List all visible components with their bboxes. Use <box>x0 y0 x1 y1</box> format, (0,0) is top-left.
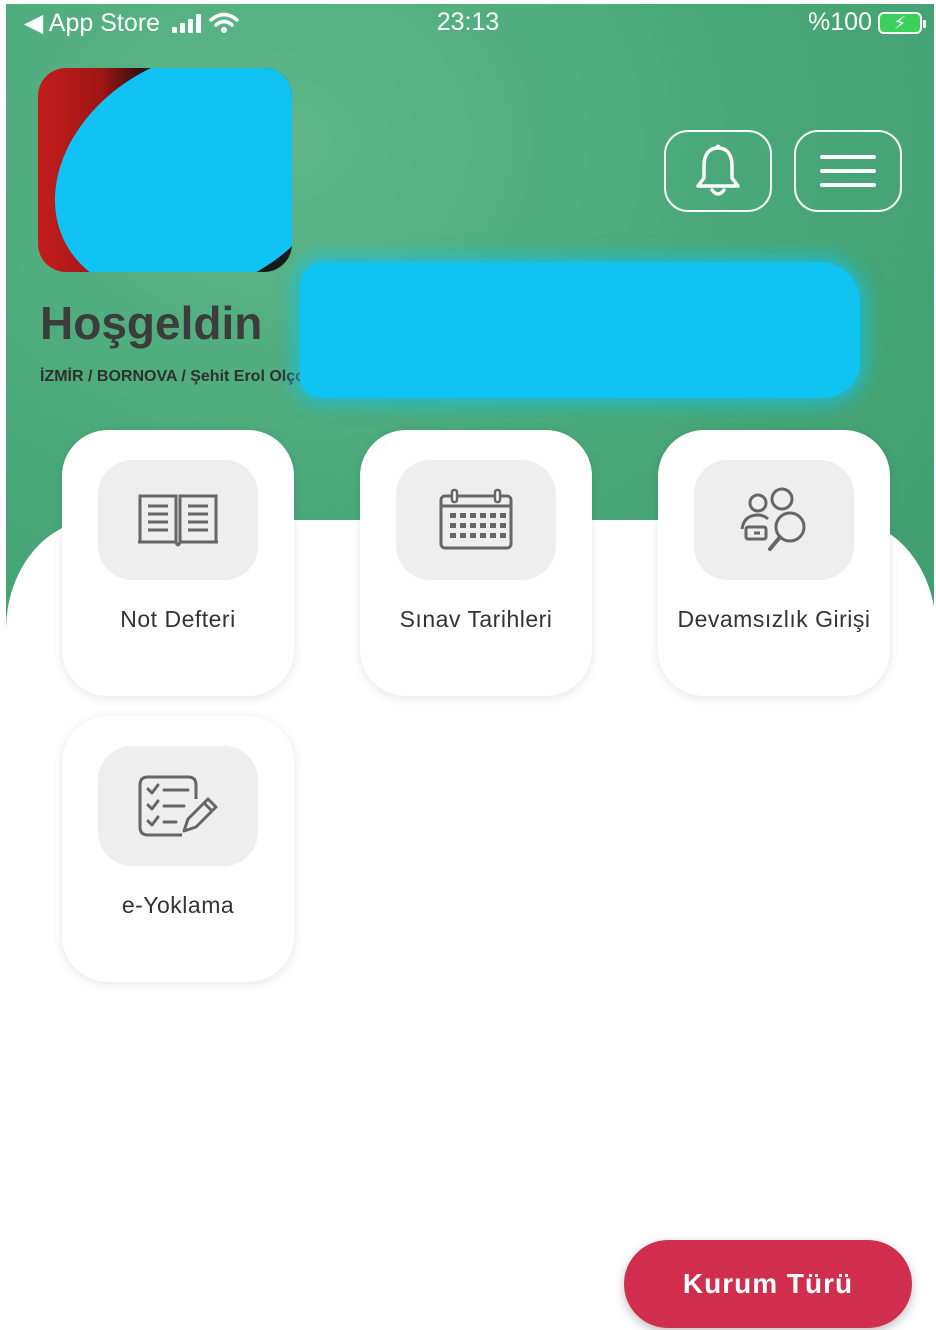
menu-tile-devamsizlik-girisi[interactable]: Devamsızlık Girişi <box>658 430 890 696</box>
redaction-overlay <box>300 262 860 398</box>
tile-icon-container <box>694 460 854 580</box>
tile-icon-container <box>98 746 258 866</box>
tile-icon-container <box>396 460 556 580</box>
book-icon <box>138 494 218 547</box>
battery-percent: %100 <box>808 8 872 36</box>
hamburger-menu-icon <box>820 155 876 187</box>
tile-label: e-Yoklama <box>121 892 235 918</box>
tile-label: Devamsızlık Girişi <box>677 606 871 632</box>
tile-label: Not Defteri <box>120 606 236 632</box>
calendar-icon <box>439 488 513 550</box>
menu-tile-not-defteri[interactable]: Not Defteri <box>62 430 294 696</box>
menu-button[interactable] <box>794 130 902 212</box>
tile-label: Sınav Tarihleri <box>399 606 553 632</box>
menu-tile-sinav-tarihleri[interactable]: Sınav Tarihleri <box>360 430 592 696</box>
bell-icon <box>696 144 740 196</box>
tile-icon-container <box>98 460 258 580</box>
checklist-edit-icon <box>138 775 218 837</box>
menu-tile-e-yoklama[interactable]: e-Yoklama <box>62 716 294 982</box>
students-search-icon <box>740 487 806 551</box>
status-bar: ◀ App Store 23:13 %100 ⚡ <box>0 8 936 44</box>
notifications-button[interactable] <box>664 130 772 212</box>
welcome-heading: Hoşgeldin <box>40 297 263 349</box>
kurum-turu-button[interactable]: Kurum Türü <box>624 1240 912 1328</box>
redaction-overlay <box>38 68 292 272</box>
profile-avatar[interactable] <box>38 68 292 272</box>
battery-icon: ⚡ <box>878 11 926 34</box>
status-time: 23:13 <box>436 8 500 36</box>
